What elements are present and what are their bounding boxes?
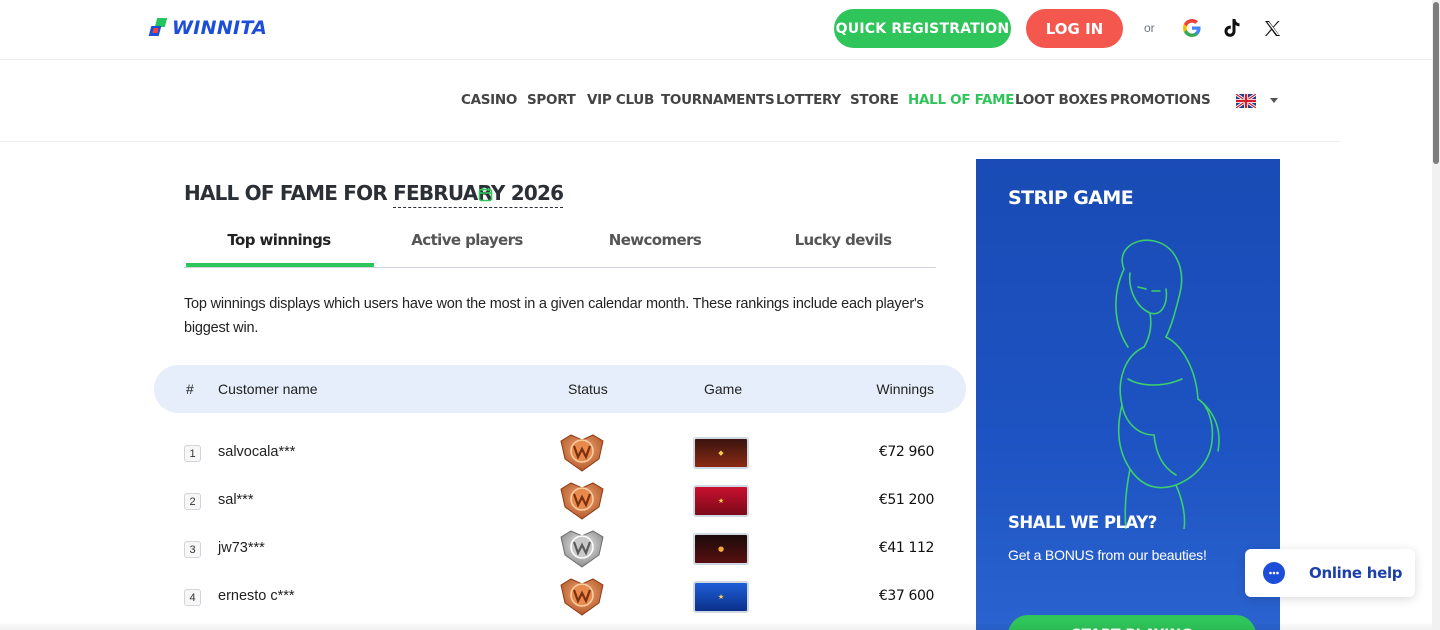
winnings-amount: €72 960: [878, 444, 934, 460]
table-row: 1 salvocala*** ◆ €72 960: [154, 429, 966, 477]
bronze-status-badge-icon: [559, 575, 605, 617]
table-row: 3 jw73*** ● €41 112: [154, 525, 966, 573]
tiktok-icon[interactable]: [1221, 17, 1243, 39]
header-rank: #: [186, 381, 194, 397]
active-tab-indicator: [186, 263, 374, 267]
bronze-status-badge-icon: [559, 479, 605, 521]
online-help-label: Online help: [1309, 564, 1403, 582]
banner-text: Get a BONUS from our beauties!: [1008, 547, 1207, 563]
rank-number: 1: [184, 445, 201, 462]
customer-name: ernesto c***: [218, 588, 295, 604]
chat-bubble-icon: [1263, 562, 1285, 584]
rank-number: 4: [184, 589, 201, 606]
header-winnings: Winnings: [876, 381, 934, 397]
winnings-amount: €41 112: [878, 540, 934, 556]
or-separator: or: [1144, 21, 1155, 35]
nav-item-hall-of-fame[interactable]: HALL OF FAME: [908, 92, 1015, 108]
calendar-icon[interactable]: [478, 187, 493, 207]
tab-lucky-devils[interactable]: Lucky devils: [748, 231, 938, 249]
table-row: 2 sal*** ★ €51 200: [154, 477, 966, 525]
header-customer-name: Customer name: [218, 381, 318, 397]
page-scrollbar[interactable]: [1432, 0, 1440, 630]
nav-item-sport[interactable]: SPORT: [527, 92, 576, 108]
quick-registration-button[interactable]: QUICK REGISTRATION: [834, 9, 1011, 48]
nav-item-loot-boxes[interactable]: LOOT BOXES: [1015, 92, 1108, 108]
winnita-logo[interactable]: WINNITA: [148, 17, 268, 39]
rank-number: 3: [184, 541, 201, 558]
online-help-widget[interactable]: Online help: [1245, 549, 1415, 597]
nav-item-vip-club[interactable]: VIP CLUB: [587, 92, 654, 108]
tab-top-winnings[interactable]: Top winnings: [184, 231, 374, 249]
google-icon[interactable]: [1181, 17, 1203, 39]
game-thumbnail[interactable]: ◆: [693, 437, 749, 469]
table-row: 4 ernesto c*** ★ €37 600: [154, 573, 966, 621]
page-title-prefix: HALL OF FAME FOR: [184, 181, 388, 205]
x-icon[interactable]: [1261, 17, 1283, 39]
strip-game-banner[interactable]: STRIP GAME SHALL WE PLAY? Get a BONUS fr…: [976, 159, 1280, 630]
banner-heading: SHALL WE PLAY?: [1008, 513, 1157, 532]
top-bar: WINNITA QUICK REGISTRATION LOG IN or: [0, 0, 1432, 60]
header-status: Status: [568, 381, 608, 397]
tab-newcomers[interactable]: Newcomers: [560, 231, 750, 249]
hall-of-fame-tabs: Top winnings Active players Newcomers Lu…: [184, 231, 936, 268]
logo-text: WINNITA: [172, 17, 268, 39]
page-title: HALL OF FAME FOR FEBRUARY 2026: [184, 181, 564, 208]
header-game: Game: [704, 381, 743, 397]
winnings-amount: €37 600: [878, 588, 934, 604]
bronze-status-badge-icon: [559, 431, 605, 473]
logo-mark-icon: [148, 18, 168, 38]
customer-name: jw73***: [218, 540, 265, 556]
customer-name: salvocala***: [218, 444, 296, 460]
nav-item-lottery[interactable]: LOTTERY: [776, 92, 841, 108]
game-thumbnail[interactable]: ●: [693, 533, 749, 565]
game-thumbnail[interactable]: ★: [693, 581, 749, 613]
rank-number: 2: [184, 493, 201, 510]
nav-item-tournaments[interactable]: TOURNAMENTS: [661, 92, 775, 108]
main-nav: CASINO SPORT VIP CLUB TOURNAMENTS LOTTER…: [0, 61, 1340, 142]
nav-item-promotions[interactable]: PROMOTIONS: [1110, 92, 1211, 108]
nav-item-store[interactable]: STORE: [850, 92, 899, 108]
tab-description: Top winnings displays which users have w…: [184, 296, 924, 336]
banner-title: STRIP GAME: [1008, 187, 1134, 209]
game-thumbnail[interactable]: ★: [693, 485, 749, 517]
winnings-amount: €51 200: [878, 492, 934, 508]
customer-name: sal***: [218, 492, 254, 508]
bottom-shadow: [0, 622, 1432, 630]
tab-active-players[interactable]: Active players: [372, 231, 562, 249]
chevron-down-icon[interactable]: [1270, 98, 1278, 103]
log-in-button[interactable]: LOG IN: [1026, 9, 1123, 48]
silver-status-badge-icon: [559, 527, 605, 569]
scrollbar-thumb[interactable]: [1433, 2, 1439, 164]
nav-item-casino[interactable]: CASINO: [461, 92, 517, 108]
table-header: # Customer name Status Game Winnings: [154, 365, 966, 413]
woman-line-art-icon: [1046, 229, 1246, 534]
uk-flag-icon[interactable]: [1235, 92, 1257, 110]
